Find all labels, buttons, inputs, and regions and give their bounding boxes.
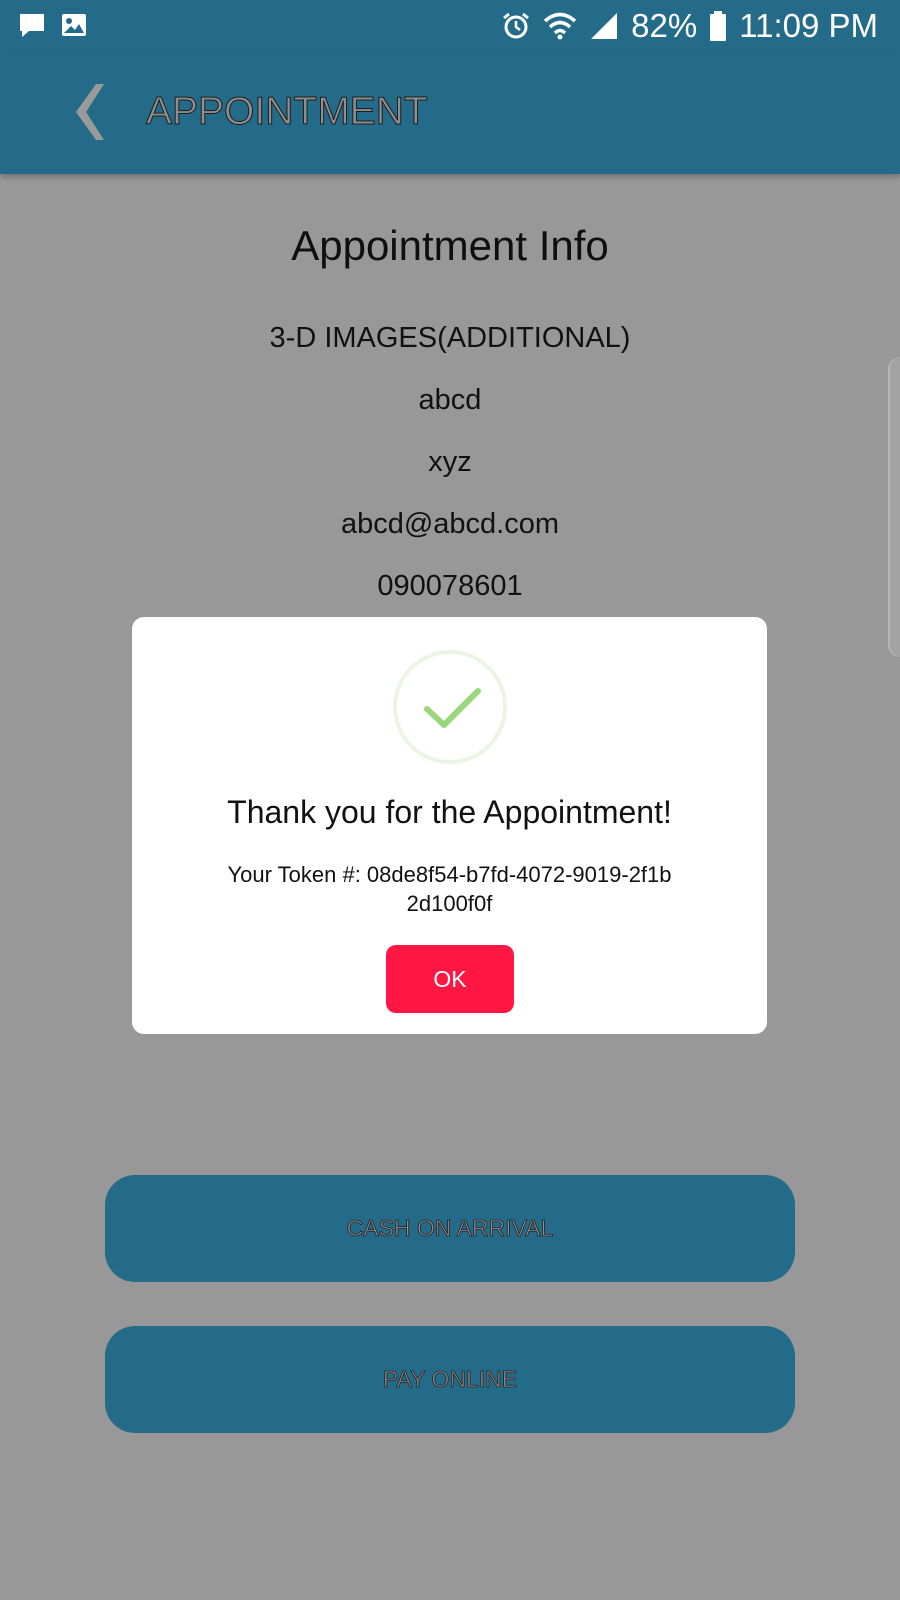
pay-online-button[interactable]: PAY ONLINE	[105, 1326, 795, 1433]
alarm-icon	[503, 12, 530, 39]
image-icon	[62, 14, 86, 36]
side-panel-handle[interactable]	[888, 357, 900, 657]
page-title: APPOINTMENT	[146, 90, 429, 134]
first-name: abcd	[418, 384, 482, 416]
battery-percent: 82%	[631, 7, 698, 44]
back-chevron-icon[interactable]	[64, 80, 114, 144]
status-right: 82% 11:09 PM	[501, 8, 878, 44]
phone: 090078601	[377, 570, 523, 602]
email: abcd@abcd.com	[340, 508, 560, 540]
wifi-icon	[543, 12, 577, 40]
clock-time: 11:09 PM	[739, 7, 878, 44]
last-name: xyz	[428, 446, 472, 478]
success-dialog: Thank you for the Appointment! Your Toke…	[132, 617, 767, 1034]
service-name: 3-D IMAGES(ADDITIONAL)	[269, 322, 631, 354]
ok-button[interactable]: OK	[386, 945, 514, 1013]
token-text: Your Token #: 08de8f54-b7fd-4072-9019-2f…	[227, 862, 672, 916]
signal-icon	[591, 13, 618, 39]
appointment-info-title: Appointment Info	[291, 222, 609, 269]
app-bar: APPOINTMENT	[0, 52, 900, 174]
dialog-title: Thank you for the Appointment!	[227, 794, 672, 830]
cash-on-arrival-button[interactable]: CASH ON ARRIVAL	[105, 1175, 795, 1282]
status-bar: 82% 11:09 PM	[0, 0, 900, 52]
status-left-icons	[18, 12, 88, 40]
success-check-icon	[393, 650, 507, 764]
message-icon	[20, 14, 44, 37]
battery-icon	[710, 11, 727, 41]
